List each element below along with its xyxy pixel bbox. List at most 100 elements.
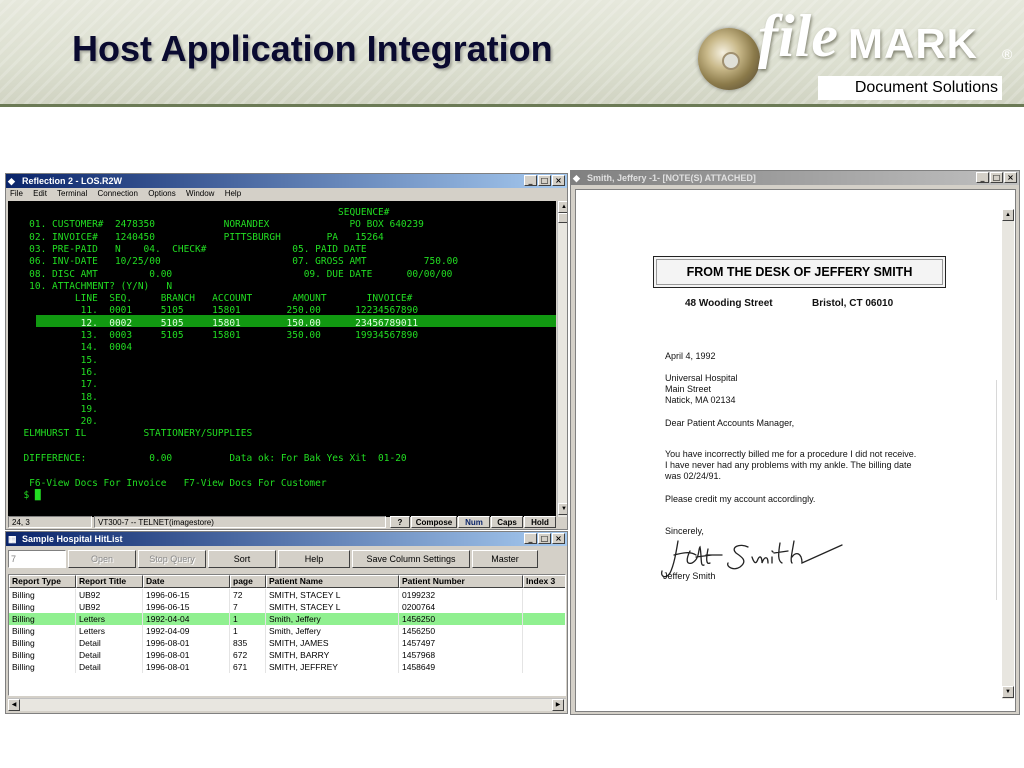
column-header[interactable]: Patient Name — [266, 575, 399, 588]
compose-indicator[interactable]: Compose — [411, 516, 457, 528]
table-cell: 1457968 — [399, 649, 523, 661]
master-button[interactable]: Master — [472, 550, 538, 568]
table-row[interactable]: Billing Detail 1996-08-01 835 SMITH, JAMES 14… — [9, 637, 565, 649]
reflection-title: Reflection 2 - LOS.R2W — [22, 176, 123, 186]
close-button[interactable]: × — [552, 175, 565, 186]
recipient-line-2: Main Street — [665, 384, 712, 394]
logo-file-text: file — [758, 3, 838, 69]
sort-button[interactable]: Sort — [208, 550, 276, 568]
logo-tagline: Document Solutions — [818, 76, 1002, 100]
table-cell: 1457497 — [399, 637, 523, 649]
sender-street: 48 Wooding Street — [685, 298, 773, 309]
session-info: VT300-7 -- TELNET(imagestore) — [94, 516, 386, 528]
scroll-thumb[interactable] — [558, 213, 567, 223]
table-cell: 1992-04-04 — [143, 613, 230, 625]
stop-query-button[interactable]: Stop Query — [138, 550, 206, 568]
menu-file[interactable]: File — [10, 189, 23, 198]
credit-request: Please credit my account accordingly. — [665, 494, 816, 504]
terminal-line: 16. — [12, 366, 98, 378]
table-row[interactable]: Billing UB92 1996-06-15 7 SMITH, STACEY L 020… — [9, 601, 565, 613]
table-cell — [523, 589, 565, 601]
table-cell: Detail — [76, 649, 143, 661]
grid-horizontal-scrollbar[interactable]: ◀ ▶ — [8, 698, 566, 711]
table-cell: 1996-08-01 — [143, 661, 230, 673]
table-cell — [523, 649, 565, 661]
table-row[interactable]: Billing Detail 1996-08-01 671 SMITH, JEFFREY… — [9, 661, 565, 673]
menu-options[interactable]: Options — [148, 189, 176, 198]
terminal-line: 15. — [12, 354, 98, 366]
table-cell: SMITH, JAMES — [266, 637, 399, 649]
table-cell: Billing — [9, 589, 76, 601]
maximize-button[interactable]: □ — [538, 533, 551, 544]
help-indicator[interactable]: ? — [390, 516, 410, 528]
open-button[interactable]: Open — [68, 550, 136, 568]
table-row[interactable]: Billing UB92 1996-06-15 72 SMITH, STACEY L 01… — [9, 589, 565, 601]
page-edge-line — [996, 380, 997, 600]
column-header[interactable]: Date — [143, 575, 230, 588]
table-row[interactable]: Billing Letters 1992-04-04 1 Smith, Jeffery 1… — [9, 613, 565, 625]
close-button[interactable]: × — [1004, 172, 1017, 183]
column-header[interactable]: Index 3 — [523, 575, 565, 588]
menu-help[interactable]: Help — [225, 189, 241, 198]
cursor-position: 24, 3 — [8, 516, 92, 528]
maximize-button[interactable]: □ — [990, 172, 1003, 183]
menu-window[interactable]: Window — [186, 189, 214, 198]
hitlist-grid: Report Type Report Title Date page Patient N… — [8, 574, 566, 696]
scroll-up-arrow-icon[interactable]: ▲ — [1002, 209, 1014, 221]
table-cell: Letters — [76, 613, 143, 625]
minimize-button[interactable]: _ — [976, 172, 989, 183]
scroll-left-arrow-icon[interactable]: ◀ — [8, 699, 20, 711]
viewer-titlebar[interactable]: ◆ Smith, Jeffery -1- [NOTE(S) ATTACHED] … — [571, 171, 1019, 185]
table-row[interactable]: Billing Detail 1996-08-01 672 SMITH, BARRY 14… — [9, 649, 565, 661]
table-cell: UB92 — [76, 589, 143, 601]
letterhead-text: FROM THE DESK OF JEFFERY SMITH — [686, 265, 913, 279]
terminal-screen[interactable]: SEQUENCE# 01. CUSTOMER# 2478350 NORANDEX… — [8, 201, 556, 517]
column-header[interactable]: page — [230, 575, 266, 588]
document-viewer-window: ◆ Smith, Jeffery -1- [NOTE(S) ATTACHED] … — [570, 170, 1020, 715]
table-cell — [523, 625, 565, 637]
scroll-down-arrow-icon[interactable]: ▼ — [1002, 686, 1014, 698]
column-header[interactable]: Report Title — [76, 575, 143, 588]
minimize-button[interactable]: _ — [524, 175, 537, 186]
viewer-title: Smith, Jeffery -1- [NOTE(S) ATTACHED] — [587, 173, 756, 183]
viewer-app-icon: ◆ — [573, 173, 580, 183]
help-button[interactable]: Help — [278, 550, 350, 568]
menu-connection[interactable]: Connection — [97, 189, 137, 198]
letter-date: April 4, 1992 — [665, 351, 716, 361]
hitlist-app-icon: ▦ — [8, 534, 17, 544]
column-header[interactable]: Patient Number — [399, 575, 523, 588]
table-cell: Billing — [9, 613, 76, 625]
table-cell: 1456250 — [399, 613, 523, 625]
table-cell — [523, 637, 565, 649]
slide: Host Application Integration file MARK ®… — [0, 0, 1024, 768]
table-row[interactable]: Billing Letters 1992-04-09 1 Smith, Jeffery 1… — [9, 625, 565, 637]
scroll-up-arrow-icon[interactable]: ▲ — [558, 201, 567, 213]
table-cell: 1992-04-09 — [143, 625, 230, 637]
table-cell: Smith, Jeffery — [266, 625, 399, 637]
hold-indicator: Hold — [524, 516, 556, 528]
menu-edit[interactable]: Edit — [33, 189, 47, 198]
hitlist-titlebar[interactable]: ▦ Sample Hospital HitList _ □ × — [6, 532, 567, 546]
table-cell: 1996-06-15 — [143, 601, 230, 613]
query-count-field[interactable]: 7 — [8, 550, 66, 568]
document-page[interactable]: FROM THE DESK OF JEFFERY SMITH 48 Woodin… — [575, 189, 1016, 712]
minimize-button[interactable]: _ — [524, 533, 537, 544]
scroll-right-arrow-icon[interactable]: ▶ — [552, 699, 564, 711]
scroll-down-arrow-icon[interactable]: ▼ — [558, 503, 567, 515]
terminal-line: 18. — [12, 391, 98, 403]
reflection-titlebar[interactable]: ◆ Reflection 2 - LOS.R2W _ □ × — [6, 174, 567, 188]
save-column-settings-button[interactable]: Save Column Settings — [352, 550, 470, 568]
menu-terminal[interactable]: Terminal — [57, 189, 87, 198]
terminal-line: 02. INVOICE# 1240450 PITTSBURGH PA 15264 — [12, 231, 384, 243]
column-header[interactable]: Report Type — [9, 575, 76, 588]
terminal-line: 01. CUSTOMER# 2478350 NORANDEX PO BOX 64… — [12, 219, 424, 231]
terminal-line: 13. 0003 5105 15801 350.00 19934567890 — [12, 330, 419, 341]
viewer-vertical-scrollbar[interactable]: ▲ ▼ — [1002, 209, 1014, 699]
terminal-vertical-scrollbar[interactable]: ▲ ▼ — [557, 201, 567, 517]
close-button[interactable]: × — [552, 533, 565, 544]
maximize-button[interactable]: □ — [538, 175, 551, 186]
table-cell: UB92 — [76, 601, 143, 613]
terminal-line: 10. ATTACHMENT? (Y/N) N — [12, 280, 173, 292]
table-cell: 72 — [230, 589, 266, 601]
header-divider — [0, 104, 1024, 107]
